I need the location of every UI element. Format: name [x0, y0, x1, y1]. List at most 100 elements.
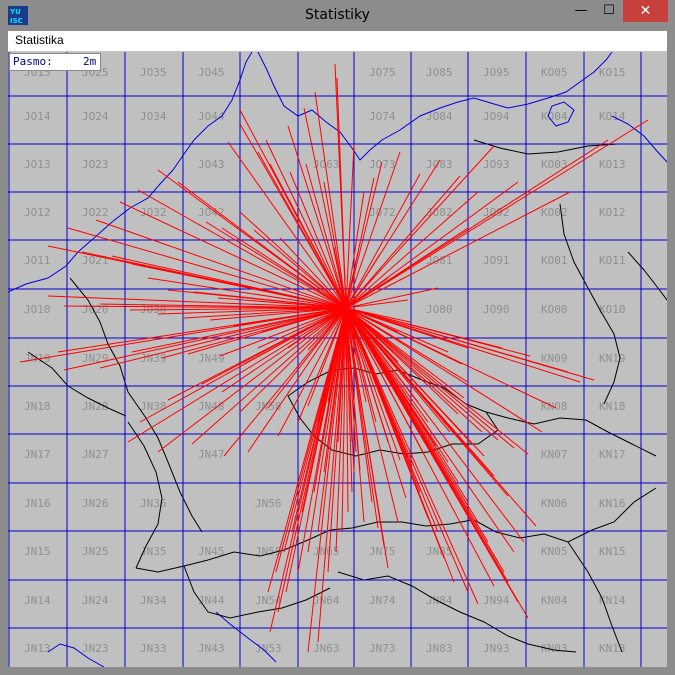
locator-label: JO14	[24, 110, 51, 123]
border-italy	[183, 565, 331, 619]
close-button[interactable]: ✕	[623, 0, 668, 22]
locator-label: KN05	[541, 545, 568, 558]
minimize-button[interactable]: —	[566, 0, 596, 22]
locator-label: JN17	[24, 448, 51, 461]
locator-label: JN38	[140, 400, 167, 413]
qso-line	[247, 307, 347, 453]
locator-label: JO95	[483, 66, 510, 79]
locator-label: KN07	[541, 448, 568, 461]
locator-label: KO13	[599, 158, 626, 171]
locator-map: JO15 JO25 JO35 JO45 JO75 JO85 JO95 KO05 KO15JO14…	[8, 52, 667, 667]
locator-label: JO45	[198, 66, 225, 79]
locator-label: JO24	[82, 110, 109, 123]
qso-line	[119, 201, 347, 309]
band-value: 2m	[83, 55, 97, 68]
locator-label: JN18	[24, 400, 51, 413]
locator-label: KO04	[541, 110, 568, 123]
band-label: Pasmo:	[13, 55, 53, 68]
map-view[interactable]: JO15 JO25 JO35 JO45 JO75 JO85 JO95 KO05 KO15 JO14…	[8, 52, 667, 667]
locator-label: JN33	[140, 642, 167, 655]
locator-label: JN56	[255, 497, 282, 510]
qso-line	[127, 307, 347, 443]
locator-label: KN15	[599, 545, 626, 558]
locator-label: JO22	[82, 206, 109, 219]
locator-label: KO15	[599, 66, 626, 79]
locator-label: JN16	[24, 497, 51, 510]
locator-label: JO10	[24, 303, 51, 316]
locator-label: KN17	[599, 448, 626, 461]
locator-label: JO34	[140, 110, 167, 123]
locator-label: KN16	[599, 497, 626, 510]
locator-label: JO74	[369, 110, 396, 123]
locator-label: KN19	[599, 352, 626, 365]
locator-label: JO72	[369, 206, 396, 219]
locator-label: JO93	[483, 158, 510, 171]
locator-label: KO01	[541, 254, 568, 267]
locator-labels: JO15 JO25 JO35 JO45 JO75 JO85 JO95 KO05 KO15JO14…	[24, 66, 626, 655]
locator-label: JO42	[198, 206, 225, 219]
locator-label: KN18	[599, 400, 626, 413]
locator-label: JO90	[483, 303, 510, 316]
locator-label: JO35	[140, 66, 167, 79]
borders	[27, 139, 667, 653]
minimize-icon: —	[574, 3, 588, 18]
locator-label: JO94	[483, 110, 510, 123]
locator-label: JO82	[426, 206, 453, 219]
menu-bar: Statistika	[8, 31, 667, 52]
locator-label: JN94	[483, 594, 510, 607]
locator-label: JN34	[140, 594, 167, 607]
locator-label: KN08	[541, 400, 568, 413]
locator-label: JN93	[483, 642, 510, 655]
locator-label: JN49	[198, 352, 225, 365]
locator-label: JO85	[426, 66, 453, 79]
locator-label: KO02	[541, 206, 568, 219]
qso-line	[287, 125, 347, 309]
locator-label: JN43	[198, 642, 225, 655]
locator-label: JN75	[369, 545, 396, 558]
locator-label: JO83	[426, 158, 453, 171]
locator-label: JN74	[369, 594, 396, 607]
locator-label: JN15	[24, 545, 51, 558]
maximize-icon: ☐	[603, 3, 615, 18]
qso-line	[239, 211, 347, 309]
locator-label: JN39	[140, 352, 167, 365]
locator-label: JO73	[369, 158, 396, 171]
locator-label: JN23	[82, 642, 109, 655]
locator-label: KN04	[541, 594, 568, 607]
locator-label: KO10	[599, 303, 626, 316]
locator-label: KN03	[541, 642, 568, 655]
band-indicator: Pasmo: 2m	[9, 53, 101, 71]
locator-label: JN64	[313, 594, 340, 607]
locator-label: JN25	[82, 545, 109, 558]
locator-label: KO00	[541, 303, 568, 316]
locator-label: JN83	[426, 642, 453, 655]
locator-label: KN09	[541, 352, 568, 365]
locator-label: JN14	[24, 594, 51, 607]
locator-label: KO11	[599, 254, 626, 267]
locator-label: KN13	[599, 642, 626, 655]
close-icon: ✕	[639, 3, 652, 19]
qso-line	[345, 253, 381, 309]
qso-line	[313, 307, 347, 493]
locator-label: JO91	[483, 254, 510, 267]
locator-label: JO13	[24, 158, 51, 171]
locator-label: JN13	[24, 642, 51, 655]
border-east-edge	[627, 251, 667, 301]
locator-label: JO11	[24, 254, 51, 267]
locator-label: JN27	[82, 448, 109, 461]
locator-label: JN24	[82, 594, 109, 607]
locator-label: JN73	[369, 642, 396, 655]
menu-item-statistika[interactable]: Statistika	[15, 33, 64, 47]
statistics-window: YU ISC Statistiky — ☐ ✕ Statistika JO15 J…	[0, 0, 675, 675]
maximize-button[interactable]: ☐	[594, 0, 624, 22]
locator-label: KO05	[541, 66, 568, 79]
locator-label: JN63	[313, 642, 340, 655]
locator-label: JO12	[24, 206, 51, 219]
locator-label: JO80	[426, 303, 453, 316]
title-bar[interactable]: YU ISC Statistiky — ☐ ✕	[0, 0, 675, 31]
locator-label: JO23	[82, 158, 109, 171]
locator-label: JO43	[198, 158, 225, 171]
locator-label: JN36	[140, 497, 167, 510]
locator-label: KO12	[599, 206, 626, 219]
locator-label: JN44	[198, 594, 225, 607]
